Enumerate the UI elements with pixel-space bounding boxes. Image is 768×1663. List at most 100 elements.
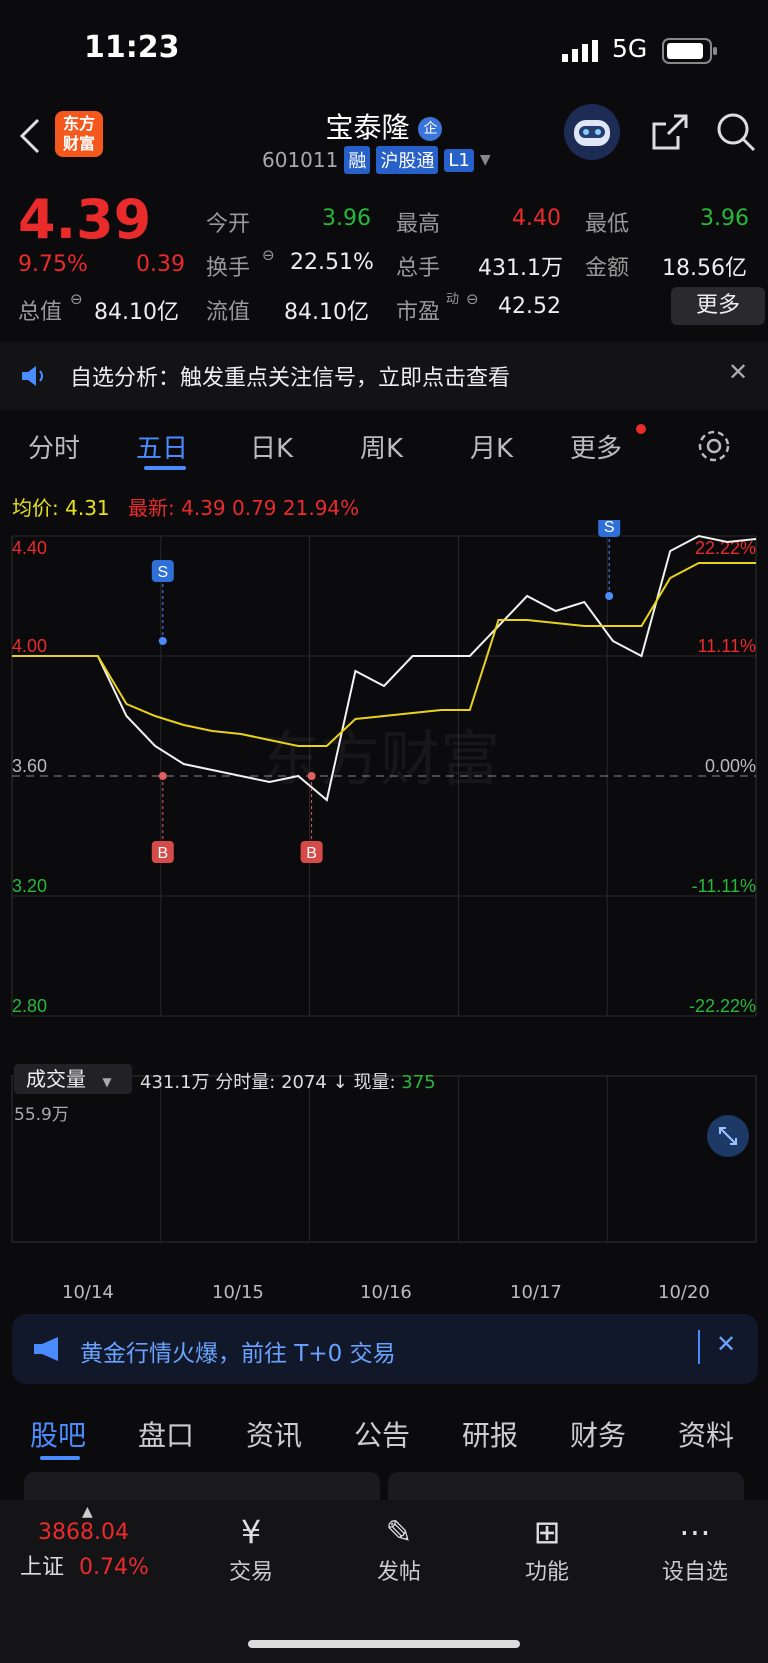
x-tick: 10/16 (360, 1282, 412, 1303)
open-label: 今开 (206, 212, 251, 237)
close-icon[interactable]: ✕ (716, 1330, 736, 1358)
tab-day-k[interactable]: 日K (250, 428, 293, 465)
info-icon[interactable]: ⊖ (262, 246, 275, 264)
x-tick: 10/17 (510, 1282, 562, 1303)
five-day-chart[interactable]: 均价: 4.31 最新: 4.39 0.79 21.94% 4.40 22.22%… (0, 480, 768, 1303)
tag-level: L1 (444, 148, 474, 172)
grid-icon: ⊞ (533, 1513, 561, 1551)
ad-banner[interactable]: 黄金行情火爆，前往 T+0 交易 ✕ (12, 1314, 758, 1384)
y-tick-left: 4.40 (12, 538, 47, 558)
analysis-notice[interactable]: 自选分析：触发重点关注信号，立即点击查看 ✕ (0, 342, 768, 410)
trade-marker-label: S (604, 520, 615, 536)
index-ticker[interactable]: ▲ 3868.04 上证 0.74% (20, 1504, 170, 1581)
tick-volume-value: 2074 (281, 1072, 327, 1093)
current-volume-label: 现量: (353, 1072, 396, 1093)
tab-forum[interactable]: 股吧 (30, 1414, 86, 1454)
status-bar: 11:23 5G (0, 0, 768, 100)
low-value: 3.96 (700, 206, 749, 231)
fullscreen-icon[interactable] (706, 1114, 750, 1162)
volume-label: 总手 (396, 256, 441, 281)
y-tick-right: 0.00% (705, 756, 756, 776)
watermark: 东方财富 (260, 725, 500, 795)
stock-code: 601011 (262, 148, 339, 172)
pe-sup: 动 (446, 292, 460, 307)
trade-label: 交易 (228, 1560, 273, 1585)
info-icon[interactable]: ⊖ (70, 290, 83, 308)
battery-icon (662, 38, 718, 68)
enterprise-badge: 企 (418, 117, 443, 141)
search-icon[interactable] (714, 110, 758, 158)
tab-financials[interactable]: 财务 (570, 1414, 626, 1454)
share-icon[interactable] (648, 110, 692, 158)
trade-marker-label: B (306, 845, 317, 862)
megaphone-icon (32, 1336, 64, 1366)
price-chart-svg: 4.40 22.22%4.00 11.11%3.60 0.00%3.20 -11.11%… (11, 520, 757, 1243)
y-tick-right: -11.11% (692, 876, 756, 896)
tab-week-k[interactable]: 周K (360, 428, 403, 465)
active-tab-indicator (40, 1456, 80, 1460)
info-icon[interactable]: ⊖ (466, 290, 479, 308)
home-indicator (248, 1640, 520, 1648)
turnover-label: 换手 (206, 256, 251, 281)
post-label: 发帖 (376, 1560, 421, 1585)
change-pct: 9.75% (18, 252, 88, 277)
tab-more[interactable]: 更多 (570, 428, 622, 465)
indicator-selector-label: 成交量 (26, 1067, 86, 1091)
pe-value: 42.52 (498, 294, 561, 319)
y-tick-left: 2.80 (12, 996, 47, 1016)
tab-news[interactable]: 资讯 (246, 1414, 302, 1454)
close-icon[interactable]: ✕ (728, 358, 748, 386)
index-name: 上证 (20, 1555, 65, 1580)
stock-code-row: 601011 融 沪股通 L1 ▼ (262, 146, 491, 174)
open-value: 3.96 (322, 206, 371, 231)
x-tick: 10/14 (62, 1282, 114, 1303)
indicator-selector[interactable]: 成交量 ▼ (14, 1064, 132, 1094)
stock-header: 东方 财富 宝泰隆 企 601011 融 沪股通 L1 ▼ (0, 100, 768, 180)
red-dot-badge (636, 424, 646, 434)
amount-value: 18.56亿 (662, 256, 747, 281)
high-label: 最高 (396, 212, 441, 237)
ad-text: 黄金行情火爆，前往 T+0 交易 (80, 1341, 396, 1367)
tab-month-k[interactable]: 月K (470, 428, 513, 465)
functions-label: 功能 (524, 1560, 569, 1585)
tab-five-day[interactable]: 五日 (136, 428, 188, 465)
tick-volume-label: 分时量: (215, 1072, 276, 1093)
dropdown-icon: ▼ (102, 1075, 112, 1089)
chart-tabs: 分时 五日 日K 周K 月K 更多 (0, 418, 768, 478)
avg-label: 均价: (12, 496, 59, 520)
x-axis-labels: 10/14 10/15 10/16 10/17 10/20 (0, 1282, 768, 1306)
speaker-icon (20, 364, 48, 392)
add-watchlist-button[interactable]: ⋯ 设自选 (640, 1510, 750, 1586)
high-value: 4.40 (512, 206, 561, 231)
post-button[interactable]: ✎ 发帖 (344, 1510, 454, 1586)
latest-change: 0.79 (232, 496, 277, 520)
robot-assistant-icon[interactable] (562, 102, 622, 166)
y-tick-right: 11.11% (698, 636, 756, 656)
settings-gear-icon[interactable] (696, 428, 732, 468)
latest-label: 最新: (128, 496, 175, 520)
chart-info-row: 均价: 4.31 最新: 4.39 0.79 21.94% (12, 492, 359, 521)
avg-price-line (12, 562, 756, 747)
volume-frame (11, 1075, 757, 1243)
functions-button[interactable]: ⊞ 功能 (492, 1510, 602, 1586)
chevron-down-icon[interactable]: ▼ (480, 152, 491, 168)
tab-profile[interactable]: 资料 (678, 1414, 734, 1454)
more-button[interactable]: 更多 (671, 287, 765, 325)
tag-margin: 融 (344, 146, 371, 174)
index-value: 3868.04 (38, 1520, 129, 1545)
x-tick: 10/15 (212, 1282, 264, 1303)
current-price: 4.39 (18, 188, 152, 251)
current-volume-value: 375 (401, 1072, 436, 1093)
mcap-value: 84.10亿 (94, 300, 179, 325)
info-tabs: 股吧 盘口 资讯 公告 研报 财务 资料 (0, 1400, 768, 1464)
tab-reports[interactable]: 研报 (462, 1414, 518, 1454)
more-dots-icon: ⋯ (679, 1513, 711, 1551)
tab-intraday[interactable]: 分时 (28, 428, 80, 465)
trade-button[interactable]: ¥ 交易 (196, 1510, 306, 1586)
tab-orderbook[interactable]: 盘口 (138, 1414, 194, 1454)
y-tick-left: 4.00 (12, 636, 47, 656)
tab-announcements[interactable]: 公告 (354, 1414, 410, 1454)
triangle-up-icon: ▲ (82, 1504, 93, 1520)
active-tab-indicator (144, 466, 186, 470)
trade-marker-label: B (157, 845, 168, 862)
